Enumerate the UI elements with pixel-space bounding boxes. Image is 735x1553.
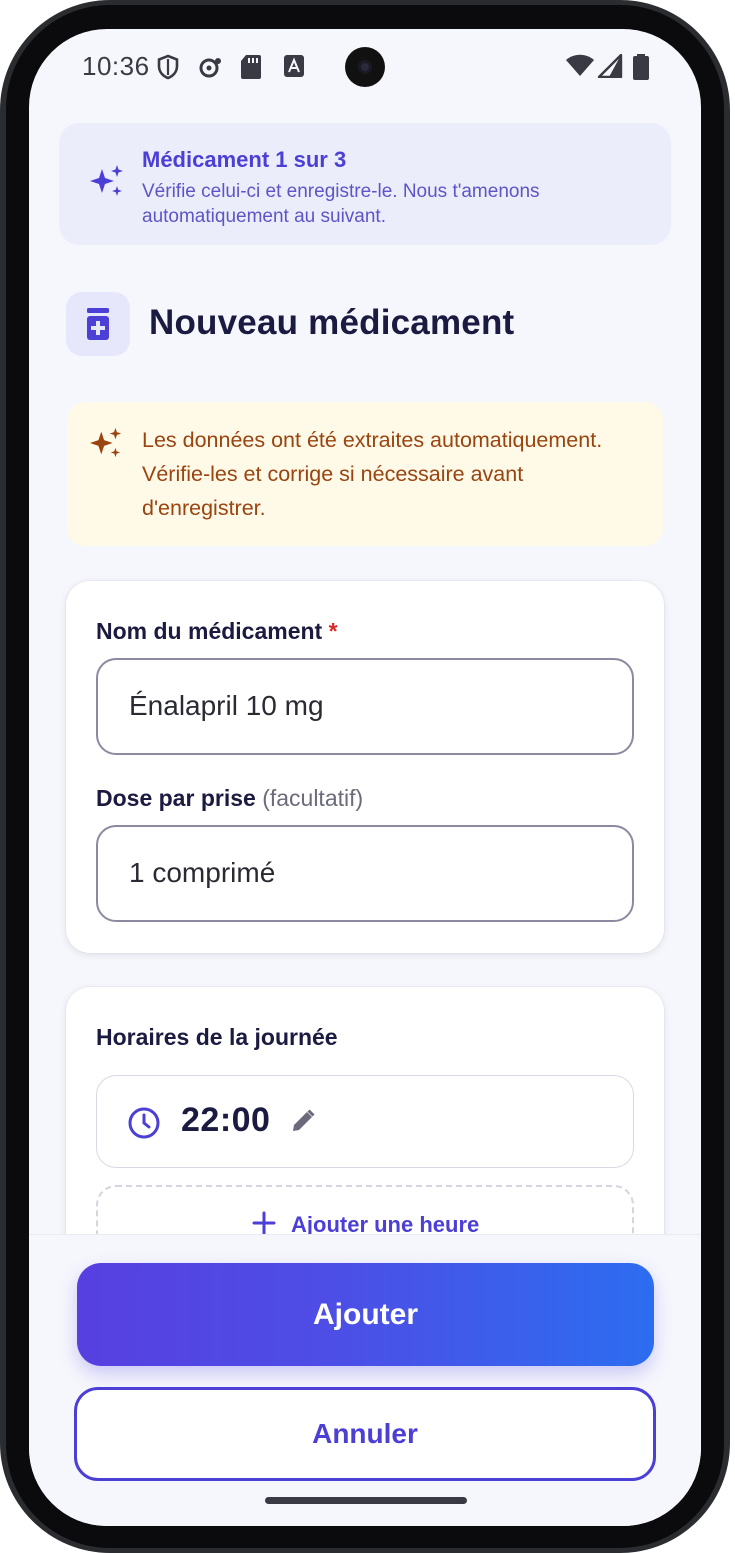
volume-button	[724, 666, 730, 852]
power-button	[724, 497, 730, 583]
time-value: 22:00	[181, 1101, 271, 1139]
dose-label-text: Dose par prise	[96, 785, 256, 811]
sparkles-icon	[89, 427, 122, 458]
page-title: Nouveau médicament	[149, 303, 515, 342]
pill-bottle-icon	[87, 308, 109, 340]
page-header: Nouveau médicament	[66, 292, 666, 356]
medication-card: Nom du médicament * Dose par prise (facu…	[66, 581, 664, 953]
home-indicator[interactable]	[265, 1497, 467, 1504]
clock-icon	[128, 1107, 160, 1139]
medication-name-label-text: Nom du médicament	[96, 618, 323, 644]
bottom-action-bar: Ajouter Annuler	[29, 1234, 701, 1526]
schedule-label: Horaires de la journée	[96, 1024, 338, 1050]
dose-label: Dose par prise (facultatif)	[96, 785, 363, 812]
add-time-label: Ajouter une heure	[291, 1212, 480, 1234]
pencil-icon[interactable]	[290, 1108, 316, 1134]
scroll-content[interactable]: Médicament 1 sur 3 Vérifie celui-ci et e…	[29, 29, 701, 1234]
sparkles-icon	[90, 165, 123, 196]
medication-name-field[interactable]	[96, 658, 634, 755]
progress-title: Médicament 1 sur 3	[142, 147, 347, 172]
plus-icon	[252, 1211, 276, 1234]
progress-banner: Médicament 1 sur 3 Vérifie celui-ci et e…	[59, 123, 671, 245]
cancel-button[interactable]: Annuler	[74, 1387, 656, 1481]
dose-optional-hint: (facultatif)	[262, 785, 364, 811]
dose-field[interactable]	[96, 825, 634, 922]
medication-name-input[interactable]	[129, 686, 599, 726]
ai-notice-text: Les données ont été extraites automatiqu…	[142, 428, 603, 520]
dose-input[interactable]	[129, 853, 599, 893]
schedule-card: Horaires de la journée 22:00 Ajouter une…	[66, 987, 664, 1234]
add-time-button[interactable]: Ajouter une heure	[96, 1185, 634, 1234]
screen: 10:36 Médicament 1 sur 3 Vérifie celui-c…	[29, 29, 701, 1526]
pill-bottle-icon-box	[66, 292, 130, 356]
time-slot[interactable]: 22:00	[96, 1075, 634, 1168]
progress-subtitle: Vérifie celui-ci et enregistre-le. Nous …	[142, 181, 540, 227]
ai-extraction-notice: Les données ont été extraites automatiqu…	[67, 402, 663, 546]
required-marker: *	[328, 618, 338, 644]
medication-name-label: Nom du médicament *	[96, 618, 338, 645]
add-button[interactable]: Ajouter	[77, 1263, 654, 1366]
